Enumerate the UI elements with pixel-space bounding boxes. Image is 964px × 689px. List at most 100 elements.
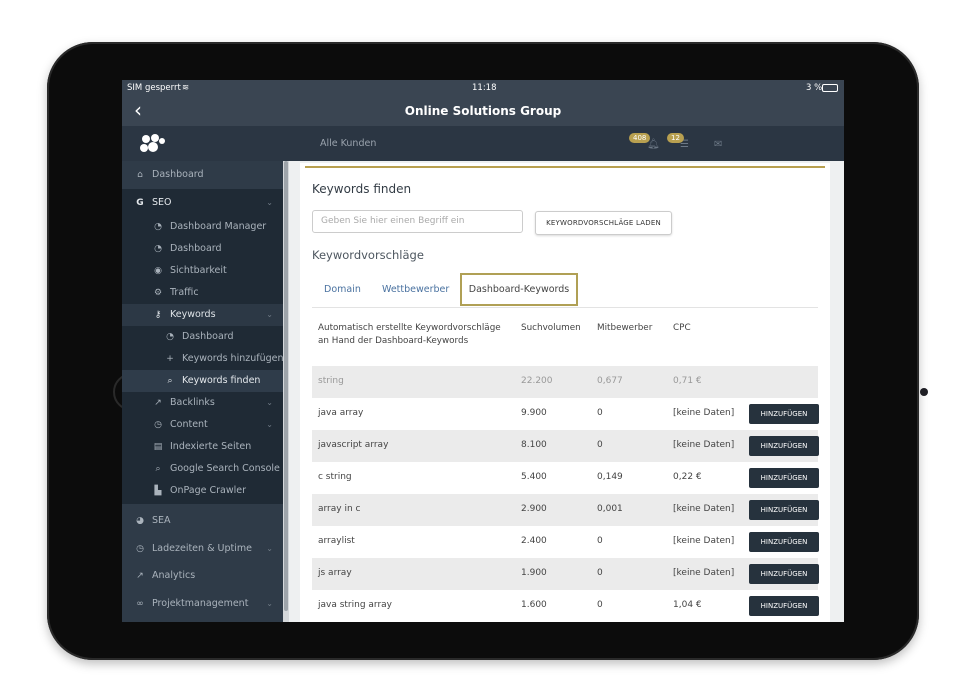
screen: SIM gesperrt ≋ 11:18 3 % ‹ Online Soluti… — [122, 80, 844, 622]
cell-competition: 0 — [597, 408, 603, 418]
logo-icon — [140, 134, 165, 152]
clock-icon: ◷ — [154, 420, 162, 430]
sidebar-item-projektmanagement[interactable]: ∞ Projektmanagement ⌄ — [122, 590, 283, 617]
battery-icon — [822, 84, 838, 92]
cell-keyword: c string — [318, 472, 352, 482]
label: Backlinks — [170, 397, 215, 408]
wifi-icon: ≋ — [182, 83, 190, 93]
sidebar-item-traffic[interactable]: ⚙ Traffic — [122, 282, 283, 304]
load-suggestions-button[interactable]: KEYWORDVORSCHLÄGE LADEN — [535, 211, 672, 235]
cell-competition: 0 — [597, 600, 603, 610]
chevron-down-icon: ⌄ — [266, 599, 273, 608]
cell-keyword: array in c — [318, 504, 361, 514]
sidebar-item-sea[interactable]: ◕ SEA — [122, 507, 283, 534]
sidebar-item-dashboard[interactable]: ⌂ Dashboard — [122, 161, 283, 188]
google-icon: G — [136, 198, 144, 208]
accent-line — [305, 166, 825, 168]
add-keyword-button[interactable]: HINZUFÜGEN — [749, 564, 819, 584]
table-row: java array 9.900 0 [keine Daten] HINZUFÜGEN — [312, 398, 819, 430]
cell-volume: 2.900 — [521, 504, 547, 514]
chevron-down-icon: ⌄ — [266, 398, 273, 407]
sidebar-item-seo-dashboard[interactable]: ◔ Dashboard — [122, 238, 283, 260]
cell-volume: 1.600 — [521, 600, 547, 610]
label: Ladezeiten & Uptime — [152, 543, 252, 554]
clock-icon: ◷ — [136, 544, 144, 554]
cell-keyword: java string array — [318, 600, 393, 610]
label: Indexierte Seiten — [170, 441, 252, 452]
sidebar-item-dashboard-manager[interactable]: ◔ Dashboard Manager — [122, 216, 283, 238]
table-row: js array 1.900 0 [keine Daten] HINZUFÜGEN — [312, 558, 819, 590]
label: Keywords finden — [182, 375, 261, 386]
sidebar-item-backlinks[interactable]: ↗ Backlinks ⌄ — [122, 392, 283, 414]
chevron-down-icon: ⌄ — [266, 198, 273, 207]
sidebar-item-analytics[interactable]: ↗ Analytics — [122, 562, 283, 589]
sidebar-item-keywords-finden[interactable]: ⌕ Keywords finden — [122, 370, 283, 392]
table-row: java string array 1.600 0 1,04 € HINZUFÜGEN — [312, 590, 819, 622]
sidebar-item-keywords[interactable]: ⚷ Keywords ⌄ — [122, 304, 283, 326]
sidebar-item-seo[interactable]: G SEO ⌄ — [122, 189, 283, 216]
cell-cpc: [keine Daten] — [673, 440, 735, 450]
add-keyword-button[interactable]: HINZUFÜGEN — [749, 500, 819, 520]
line-chart-icon: ↗ — [136, 571, 144, 581]
keywords-panel: Keywords finden Geben Sie hier einen Beg… — [300, 163, 830, 622]
add-keyword-button[interactable]: HINZUFÜGEN — [749, 468, 819, 488]
cell-competition: 0 — [597, 536, 603, 546]
label: Dashboard Manager — [170, 221, 267, 232]
chevron-down-icon: ⌄ — [266, 420, 273, 429]
nav-bar: ‹ Online Solutions Group — [122, 97, 844, 126]
tab-domain[interactable]: Domain — [324, 284, 361, 295]
file-icon: ▤ — [153, 442, 163, 452]
chart-icon: ▙ — [154, 486, 162, 496]
label: SEA — [152, 515, 171, 526]
sidebar-item-onpage-crawler[interactable]: ▙ OnPage Crawler — [122, 480, 283, 502]
tab-dashboard-keywords[interactable]: Dashboard-Keywords — [460, 273, 578, 306]
sidebar-item-keywords-hinzufuegen[interactable]: + Keywords hinzufügen — [122, 348, 283, 370]
sidebar: ⌂ Dashboard G SEO ⌄ ◔ Dashboard Manager ◔ Das… — [122, 161, 284, 622]
cell-cpc: [keine Daten] — [673, 536, 735, 546]
gauge-icon: ◔ — [154, 222, 162, 232]
table-row: array in c 2.900 0,001 [keine Daten] HINZUFÜ… — [312, 494, 819, 526]
search-input[interactable]: Geben Sie hier einen Begriff ein — [312, 210, 523, 233]
cell-competition: 0,001 — [597, 504, 623, 514]
label: Analytics — [152, 570, 196, 581]
sidebar-item-sichtbarkeit[interactable]: ◉ Sichtbarkeit — [122, 260, 283, 282]
column-header-mitbewerber: Mitbewerber — [597, 323, 653, 333]
section-title: Keywordvorschläge — [312, 248, 424, 262]
add-keyword-button[interactable]: HINZUFÜGEN — [749, 436, 819, 456]
carrier: SIM gesperrt — [127, 83, 181, 93]
table-row: string 22.200 0,677 0,71 € — [312, 366, 818, 398]
sidebar-item-content[interactable]: ◷ Content ⌄ — [122, 414, 283, 436]
label: Dashboard — [182, 331, 234, 342]
label: Keywords — [170, 309, 216, 320]
chevron-down-icon: ⌄ — [266, 544, 273, 553]
client-select[interactable]: Alle Kunden — [320, 138, 376, 149]
label: Dashboard — [152, 169, 204, 180]
cell-keyword: java array — [318, 408, 364, 418]
sidebar-scrollbar[interactable] — [283, 161, 289, 622]
tabs-divider — [312, 307, 818, 308]
scrollbar-thumb[interactable] — [284, 161, 288, 611]
search-icon: ⌕ — [167, 376, 173, 386]
clock: 11:18 — [472, 83, 497, 93]
add-keyword-button[interactable]: HINZUFÜGEN — [749, 596, 819, 616]
cell-cpc: [keine Daten] — [673, 568, 735, 578]
status-bar: SIM gesperrt ≋ 11:18 3 % — [122, 80, 844, 97]
tab-wettbewerber[interactable]: Wettbewerber — [382, 284, 449, 295]
sidebar-item-ladezeiten[interactable]: ◷ Ladezeiten & Uptime ⌄ — [122, 535, 283, 562]
tasks-badge: 12 — [667, 133, 684, 143]
page-title: Keywords finden — [312, 182, 412, 196]
pie-chart-icon: ◕ — [136, 516, 144, 526]
add-keyword-button[interactable]: HINZUFÜGEN — [749, 404, 819, 424]
sidebar-item-search-console[interactable]: ⌕ Google Search Console — [122, 458, 283, 480]
chevron-down-icon: ⌄ — [266, 310, 273, 319]
cell-keyword: arraylist — [318, 536, 355, 546]
sidebar-item-indexierte-seiten[interactable]: ▤ Indexierte Seiten — [122, 436, 283, 458]
sidebar-item-keywords-dashboard[interactable]: ◔ Dashboard — [122, 326, 283, 348]
mail-icon[interactable]: ✉ — [714, 139, 722, 150]
cell-cpc: 1,04 € — [673, 600, 702, 610]
label: SEO — [152, 197, 172, 208]
label: Projektmanagement — [152, 598, 249, 609]
cell-cpc: [keine Daten] — [673, 504, 735, 514]
add-keyword-button[interactable]: HINZUFÜGEN — [749, 532, 819, 552]
table-row: arraylist 2.400 0 [keine Daten] HINZUFÜGEN — [312, 526, 819, 558]
